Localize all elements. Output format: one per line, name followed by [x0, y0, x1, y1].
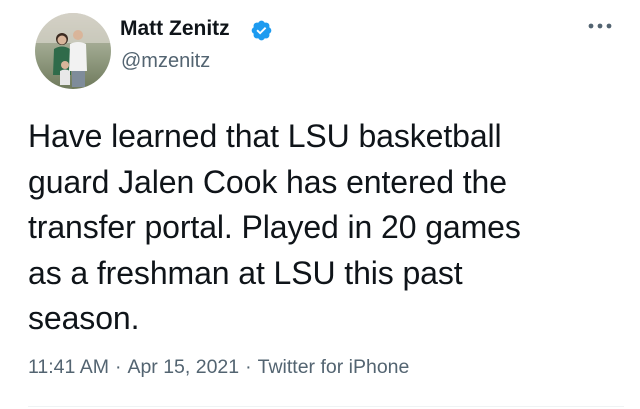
tweet-metadata: 11:41 AM · Apr 15, 2021 · Twitter for iPhone — [28, 354, 409, 380]
author-handle[interactable]: @mzenitz — [121, 48, 210, 74]
tweet-text: Have learned that LSU basketball guard J… — [28, 118, 521, 336]
avatar[interactable] — [35, 13, 111, 89]
meta-separator: · — [114, 356, 122, 378]
tweet-time[interactable]: 11:41 AM — [28, 354, 109, 380]
divider — [28, 406, 624, 407]
verified-badge-icon — [251, 20, 272, 41]
tweet-date[interactable]: Apr 15, 2021 — [127, 354, 239, 380]
meta-separator: · — [245, 356, 252, 378]
tweet-card: Matt Zenitz @mzenitz Have learned that L… — [0, 0, 640, 409]
more-options-icon[interactable] — [587, 18, 613, 34]
author-display-name[interactable]: Matt Zenitz — [120, 16, 230, 42]
tweet-source[interactable]: Twitter for iPhone — [258, 354, 410, 380]
